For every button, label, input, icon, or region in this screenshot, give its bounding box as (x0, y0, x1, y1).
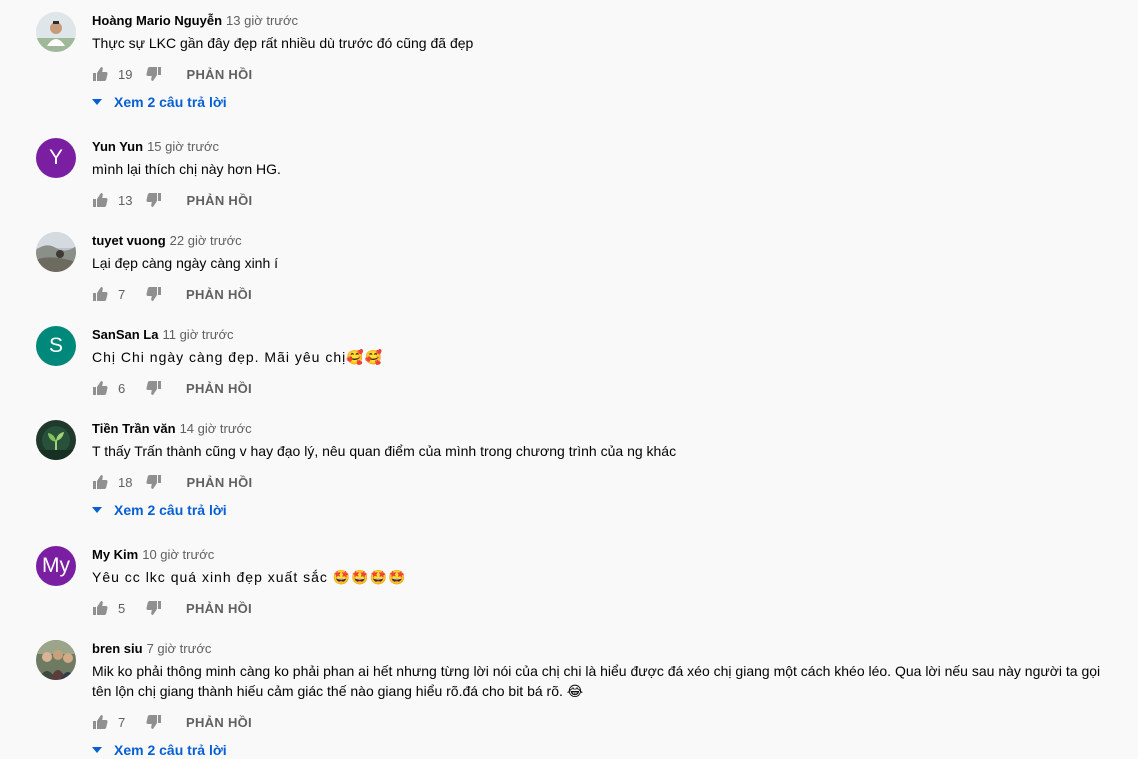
comment-time[interactable]: 13 giờ trước (226, 13, 298, 28)
comment-toolbar: 7 PHẢN HỒI (92, 710, 252, 734)
reply-button[interactable]: PHẢN HỒI (186, 287, 252, 302)
thumbs-up-icon[interactable] (92, 474, 108, 490)
thumbs-up-icon[interactable] (92, 286, 108, 302)
reply-button[interactable]: PHẢN HỒI (186, 601, 252, 616)
group-photo-icon (36, 640, 76, 680)
avatar-letter: My (42, 554, 70, 577)
like-count: 18 (118, 474, 133, 490)
comment-time[interactable]: 22 giờ trước (170, 233, 242, 248)
view-replies-label: Xem 2 câu trả lời (114, 94, 227, 110)
author-name[interactable]: bren siu (92, 641, 143, 656)
comment-toolbar: 5 PHẢN HỒI (92, 596, 252, 620)
landscape-photo-icon (36, 232, 76, 272)
thumbs-down-icon[interactable] (146, 380, 162, 396)
comment-toolbar: 13 PHẢN HỒI (92, 188, 252, 212)
caret-down-icon (92, 99, 102, 105)
comment-time[interactable]: 7 giờ trước (147, 641, 212, 656)
comment-toolbar: 18 PHẢN HỒI (92, 470, 252, 494)
author-name[interactable]: Yun Yun (92, 139, 143, 154)
thumbs-down-icon[interactable] (146, 600, 162, 616)
reply-button[interactable]: PHẢN HỒI (186, 715, 252, 730)
comment-header: Tiền Trần văn 14 giờ trước (92, 420, 252, 438)
thumbs-down-icon[interactable] (146, 474, 162, 490)
like-count: 13 (118, 192, 133, 208)
avatar-letter: S (48, 334, 63, 357)
comment-time[interactable]: 10 giờ trước (142, 547, 214, 562)
avatar[interactable] (36, 640, 76, 680)
avatar[interactable]: S (36, 326, 76, 366)
author-name[interactable]: tuyet vuong (92, 233, 166, 248)
view-replies-button[interactable]: Xem 2 câu trả lời (92, 92, 227, 112)
comment-text: Thực sự LKC gần đây đẹp rất nhiều dù trư… (92, 35, 474, 51)
reply-button[interactable]: PHẢN HỒI (186, 193, 252, 208)
comment-text: Chị Chi ngày càng đẹp. Mãi yêu chị🥰🥰 (92, 349, 384, 365)
thumbs-up-icon[interactable] (92, 714, 108, 730)
comment-header: SanSan La 11 giờ trước (92, 326, 234, 344)
view-replies-button[interactable]: Xem 2 câu trả lời (92, 500, 227, 520)
reply-button[interactable]: PHẢN HỒI (186, 381, 252, 396)
comment-time[interactable]: 14 giờ trước (180, 421, 252, 436)
avatar[interactable] (36, 232, 76, 272)
comment-text: T thấy Trấn thành cũng v hay đạo lý, nêu… (92, 443, 677, 459)
avatar[interactable] (36, 420, 76, 460)
thumbs-down-icon[interactable] (146, 66, 162, 82)
comment-header: bren siu 7 giờ trước (92, 640, 211, 658)
author-name[interactable]: SanSan La (92, 327, 158, 342)
author-name[interactable]: Hoàng Mario Nguyễn (92, 13, 222, 28)
like-count: 7 (118, 714, 126, 730)
like-count: 19 (118, 66, 133, 82)
author-name[interactable]: Tiền Trần văn (92, 421, 176, 436)
avatar[interactable] (36, 12, 76, 52)
comment-toolbar: 7 PHẢN HỒI (92, 282, 252, 306)
comment-text: Lại đẹp càng ngày càng xinh í (92, 255, 279, 271)
reply-button[interactable]: PHẢN HỒI (186, 67, 252, 82)
author-name[interactable]: My Kim (92, 547, 138, 562)
view-replies-label: Xem 2 câu trả lời (114, 502, 227, 518)
avatar[interactable]: My (36, 546, 76, 586)
sprout-photo-icon (36, 420, 76, 460)
reply-button[interactable]: PHẢN HỒI (186, 475, 252, 490)
thumbs-up-icon[interactable] (92, 600, 108, 616)
caret-down-icon (92, 507, 102, 513)
comment-header: Yun Yun 15 giờ trước (92, 138, 219, 156)
thumbs-up-icon[interactable] (92, 192, 108, 208)
like-count: 5 (118, 600, 126, 616)
view-replies-button[interactable]: Xem 2 câu trả lời (92, 740, 227, 759)
comment-header: tuyet vuong 22 giờ trước (92, 232, 242, 250)
comment-text: mình lại thích chị này hơn HG. (92, 161, 281, 177)
thumbs-up-icon[interactable] (92, 66, 108, 82)
avatar-letter: Y (48, 146, 63, 169)
comment-time[interactable]: 15 giờ trước (147, 139, 219, 154)
comment-time[interactable]: 11 giờ trước (162, 327, 233, 342)
person-photo-icon (36, 12, 76, 52)
view-replies-label: Xem 2 câu trả lời (114, 742, 227, 758)
comment-text: Mik ko phải thông minh càng ko phải phan… (92, 663, 1101, 699)
avatar[interactable]: Y (36, 138, 76, 178)
like-count: 7 (118, 286, 126, 302)
like-count: 6 (118, 380, 126, 396)
thumbs-down-icon[interactable] (146, 714, 162, 730)
caret-down-icon (92, 747, 102, 753)
comment-header: Hoàng Mario Nguyễn 13 giờ trước (92, 12, 298, 30)
thumbs-down-icon[interactable] (146, 286, 162, 302)
comment-header: My Kim 10 giờ trước (92, 546, 214, 564)
comment-toolbar: 6 PHẢN HỒI (92, 376, 252, 400)
thumbs-up-icon[interactable] (92, 380, 108, 396)
comment-text: Yêu cc lkc quá xinh đẹp xuất sắc 🤩🤩🤩🤩 (92, 569, 407, 585)
comment-list: Hoàng Mario Nguyễn 13 giờ trước Thực sự L… (0, 0, 1138, 759)
comment-toolbar: 19 PHẢN HỒI (92, 62, 252, 86)
thumbs-down-icon[interactable] (146, 192, 162, 208)
